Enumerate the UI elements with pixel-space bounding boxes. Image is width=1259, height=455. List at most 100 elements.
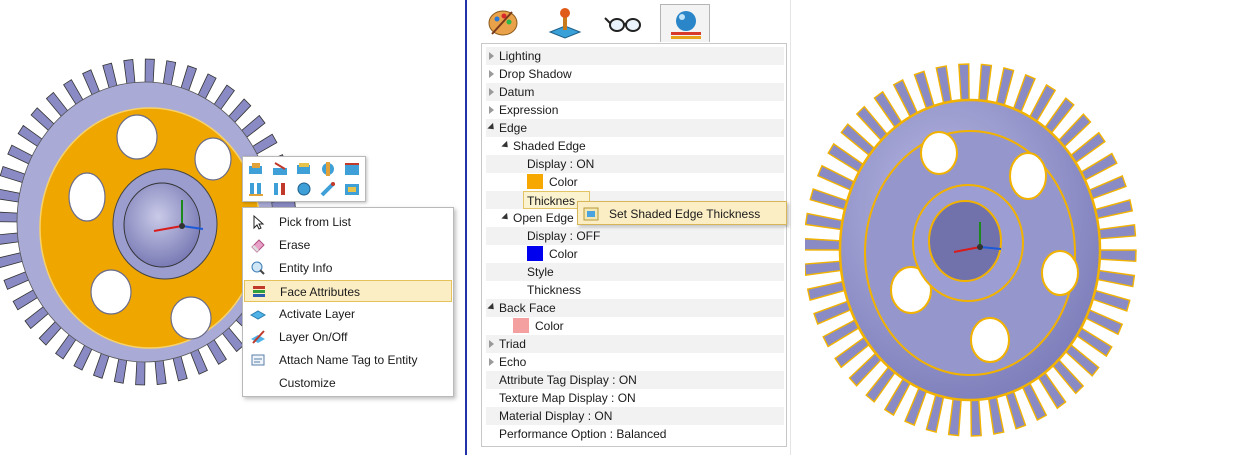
expand-arrow-icon[interactable] xyxy=(489,52,494,60)
menu-item-label: Layer On/Off xyxy=(279,330,348,344)
tree-node-edge[interactable]: Edge xyxy=(486,119,784,137)
expand-arrow-icon[interactable] xyxy=(489,106,494,114)
color-swatch[interactable] xyxy=(513,318,529,333)
expand-arrow-icon[interactable] xyxy=(489,340,494,348)
info-icon xyxy=(250,260,266,276)
menu-item-label: Face Attributes xyxy=(280,285,361,299)
gear-tooth xyxy=(805,260,844,276)
view-icon-5[interactable] xyxy=(343,160,361,178)
palette-tab-icon xyxy=(488,10,518,36)
tree-label: Performance Option : Balanced xyxy=(499,427,667,441)
collapse-arrow-icon[interactable] xyxy=(501,140,511,151)
menu-item-label: Attach Name Tag to Entity xyxy=(279,353,418,367)
tree-label: Texture Map Display : ON xyxy=(499,391,636,405)
tree-label: Datum xyxy=(499,85,535,99)
gear-tooth xyxy=(805,212,846,231)
view-icon-10[interactable] xyxy=(343,180,361,198)
tree-node-shaded-edge[interactable]: Shaded Edge xyxy=(486,137,784,155)
expand-arrow-icon[interactable] xyxy=(489,358,494,366)
view-icon-6[interactable] xyxy=(247,180,265,198)
view-icon-4[interactable] xyxy=(319,160,337,178)
gear-tooth xyxy=(904,385,928,427)
expand-arrow-icon[interactable] xyxy=(489,88,494,96)
menu-item-pick-from-list[interactable]: Pick from List xyxy=(244,211,452,233)
tree-label: Back Face xyxy=(499,301,556,315)
tree-node-lighting[interactable]: Lighting xyxy=(486,47,784,65)
menu-item-label: Customize xyxy=(279,376,336,390)
menu-item-label: Erase xyxy=(279,238,311,252)
view-icon-3[interactable] xyxy=(295,160,313,178)
tab-interaction[interactable] xyxy=(540,4,590,42)
view-icon-9[interactable] xyxy=(319,180,337,198)
gear-tooth xyxy=(1083,308,1124,336)
collapse-arrow-icon[interactable] xyxy=(487,122,497,133)
color-swatch[interactable] xyxy=(527,246,543,261)
tree-label: Material Display : ON xyxy=(499,409,613,423)
expand-arrow-icon[interactable] xyxy=(489,70,494,78)
tab-view[interactable] xyxy=(600,4,650,42)
menu-item-activate-layer[interactable]: Activate Layer xyxy=(244,303,452,325)
tree-node-attribute-tag[interactable]: Attribute Tag Display : ON xyxy=(486,371,784,389)
gear-tooth xyxy=(913,70,936,112)
tree-node-datum[interactable]: Datum xyxy=(486,83,784,101)
tree-label: Edge xyxy=(499,121,528,135)
layer-icon xyxy=(249,306,267,322)
view-icon-1[interactable] xyxy=(247,160,265,178)
tree-label: Style xyxy=(527,265,554,279)
menu-item-attach-name-tag[interactable]: Attach Name Tag to Entity xyxy=(244,349,452,371)
glasses-tab-icon xyxy=(604,17,641,32)
tab-appearance[interactable] xyxy=(478,4,528,42)
menu-item-face-attributes[interactable]: Face Attributes xyxy=(244,280,452,302)
menu-item-entity-info[interactable]: Entity Info xyxy=(244,257,452,279)
tree-label: Display : ON xyxy=(527,157,595,171)
tree-label: Expression xyxy=(499,103,559,117)
view-icon-7[interactable] xyxy=(271,180,289,198)
tree-node-open-display[interactable]: Display : OFF xyxy=(486,227,784,245)
tree-node-echo[interactable]: Echo xyxy=(486,353,784,371)
tree-node-expression[interactable]: Expression xyxy=(486,101,784,119)
tree-node-shaded-display[interactable]: Display : ON xyxy=(486,155,784,173)
tree-node-open-style[interactable]: Style xyxy=(486,263,784,281)
view-icon-8[interactable] xyxy=(295,180,313,198)
layer-toggle-icon xyxy=(250,329,266,345)
menu-item-erase[interactable]: Erase xyxy=(244,234,452,256)
tree-node-performance[interactable]: Performance Option : Balanced xyxy=(486,425,784,443)
tree-label: Triad xyxy=(499,337,526,351)
right-gear-viewport[interactable] xyxy=(805,25,1165,455)
tree-label: Color xyxy=(549,175,578,189)
menu-item-customize[interactable]: Customize xyxy=(244,372,452,394)
menu-item-layer-on-off[interactable]: Layer On/Off xyxy=(244,326,452,348)
panel-border xyxy=(790,0,791,455)
tree-node-material[interactable]: Material Display : ON xyxy=(486,407,784,425)
cursor-icon xyxy=(250,214,266,230)
tree-node-shaded-color[interactable]: Color xyxy=(486,173,784,191)
tree-label: Thickness xyxy=(527,283,582,297)
property-tabs xyxy=(478,2,788,42)
gear-tooth xyxy=(1012,73,1036,115)
tree-node-back-color[interactable]: Color xyxy=(486,317,784,335)
set-shaded-edge-thickness-option[interactable]: Set Shaded Edge Thickness xyxy=(577,201,787,225)
collapse-arrow-icon[interactable] xyxy=(501,212,511,223)
face-attributes-icon xyxy=(251,284,267,300)
tree-node-texture-map[interactable]: Texture Map Display : ON xyxy=(486,389,784,407)
view-icon-2[interactable] xyxy=(271,160,289,178)
tree-node-open-color[interactable]: Color xyxy=(486,245,784,263)
tree-node-back-face[interactable]: Back Face xyxy=(486,299,784,317)
gear-tooth xyxy=(1097,249,1137,263)
tree-node-open-thickness[interactable]: Thickness xyxy=(486,281,784,299)
gear-tooth xyxy=(822,318,862,348)
tree-label: Attribute Tag Display : ON xyxy=(499,373,637,387)
tab-display[interactable] xyxy=(660,4,710,42)
tree-label: Shaded Edge xyxy=(513,139,586,153)
context-menu: Pick from List Erase Entity Info Face At… xyxy=(242,207,454,397)
gear-bore xyxy=(123,182,201,268)
tree-node-drop-shadow[interactable]: Drop Shadow xyxy=(486,65,784,83)
color-swatch[interactable] xyxy=(527,174,543,189)
collapse-arrow-icon[interactable] xyxy=(487,302,497,313)
pane-divider xyxy=(465,0,467,455)
gear-tooth xyxy=(925,391,945,433)
menu-item-label: Pick from List xyxy=(279,215,352,229)
tree-node-triad[interactable]: Triad xyxy=(486,335,784,353)
gear-tooth xyxy=(995,67,1015,109)
menu-item-label: Entity Info xyxy=(279,261,333,275)
